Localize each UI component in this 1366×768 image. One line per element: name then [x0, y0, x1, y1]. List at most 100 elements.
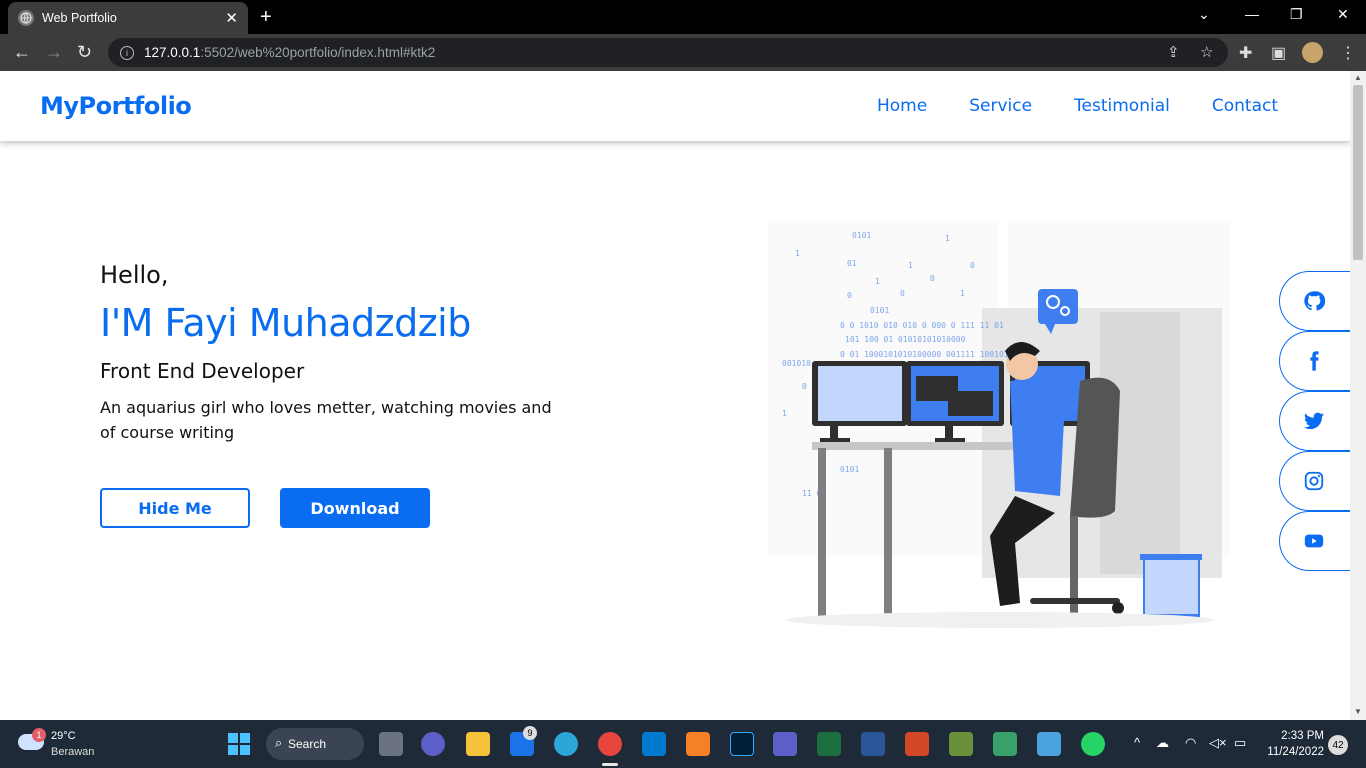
developer-illustration: 0101101 110 1 00 0 10101 0 0 1010 010 010 … [768, 221, 1230, 628]
clock-date: 11/24/2022 [1267, 746, 1324, 758]
back-icon[interactable]: ← [13, 41, 31, 63]
twitter-button[interactable] [1279, 391, 1350, 451]
whatsapp-icon[interactable] [1081, 732, 1105, 756]
svg-text:0: 0 [802, 382, 807, 391]
volume-muted-icon[interactable]: ◁× [1209, 735, 1227, 751]
hide-me-button[interactable]: Hide Me [100, 488, 250, 528]
powerpoint-icon[interactable] [905, 732, 929, 756]
site-brand[interactable]: MyPortfolio [40, 92, 192, 120]
info-icon[interactable]: i [120, 45, 134, 60]
facebook-button[interactable] [1279, 331, 1350, 391]
reload-icon[interactable]: ↻ [77, 41, 92, 63]
svg-text:0101: 0101 [870, 306, 889, 315]
new-tab-button[interactable]: + [260, 6, 272, 29]
address-bar[interactable]: i 127.0.0.1:5502/web%20portfolio/index.h… [108, 38, 1228, 67]
share-icon[interactable]: ⇪ [1167, 43, 1180, 61]
xampp-icon[interactable] [686, 732, 710, 756]
app-cube-icon[interactable] [993, 732, 1017, 756]
weather-badge: 1 [32, 728, 46, 742]
hero-role: Front End Developer [100, 359, 305, 383]
vscode-icon[interactable] [642, 732, 666, 756]
svg-text:1: 1 [875, 277, 880, 286]
svg-text:1: 1 [945, 234, 950, 243]
svg-text:0101: 0101 [852, 231, 871, 240]
clock-time: 2:33 PM [1281, 730, 1324, 742]
tab-title: Web Portfolio [42, 11, 117, 25]
task-view-icon[interactable] [379, 732, 403, 756]
wifi-icon[interactable]: ◠ [1185, 735, 1196, 751]
svg-text:0 0 1010 010 010 0 000 0 111 1: 0 0 1010 010 010 0 000 0 111 11 01 [840, 321, 1004, 330]
tab-search-icon[interactable]: ⌄ [1198, 6, 1210, 23]
restore-icon[interactable]: ❐ [1290, 6, 1303, 23]
svg-text:0: 0 [900, 289, 905, 298]
svg-text:0: 0 [970, 261, 975, 270]
hero-greeting: Hello, [100, 261, 169, 289]
download-button[interactable]: Download [280, 488, 430, 528]
browser-tab-bar: Web Portfolio ✕ + ⌄ — ❐ ✕ [0, 0, 1366, 34]
photoshop-icon[interactable] [730, 732, 754, 756]
scroll-thumb[interactable] [1353, 85, 1363, 260]
chrome-icon[interactable] [598, 732, 622, 756]
photos-icon[interactable] [1037, 732, 1061, 756]
svg-text:101 100 01 01010101010000: 101 100 01 01010101010000 [845, 335, 966, 344]
excel-icon[interactable] [817, 732, 841, 756]
clock[interactable]: 2:33 PM 11/24/2022 [1262, 728, 1324, 760]
search-icon: ⌕ [275, 735, 283, 750]
page-scrollbar[interactable]: ▲ ▼ [1350, 71, 1366, 720]
taskbar-search[interactable]: ⌕ Search [266, 728, 364, 760]
tray-chevron-icon[interactable]: ^ [1134, 735, 1140, 750]
teams-icon[interactable] [773, 732, 797, 756]
word-icon[interactable] [861, 732, 885, 756]
os-taskbar: 1 29°C Berawan ⌕ Search 9 ^ ☁ ◠ ◁× ▭ 2:3… [0, 720, 1366, 768]
minecraft-icon[interactable] [949, 732, 973, 756]
tab-close-icon[interactable]: ✕ [225, 9, 238, 27]
hero-description: An aquarius girl who loves metter, watch… [100, 398, 552, 442]
hero-text: Hello, I'M Fayi Muhadzdzib Front End Dev… [100, 261, 580, 445]
onedrive-icon[interactable]: ☁ [1156, 735, 1169, 751]
start-button[interactable] [228, 733, 250, 755]
url-host: 127.0.0.1 [144, 45, 201, 60]
forward-icon[interactable]: → [45, 41, 63, 63]
menu-icon[interactable]: ⋮ [1340, 43, 1356, 63]
meet-icon[interactable] [421, 732, 445, 756]
file-explorer-icon[interactable] [466, 732, 490, 756]
site-navbar: MyPortfolio Home Service Testimonial Con… [0, 71, 1350, 141]
notification-count[interactable]: 42 [1328, 735, 1348, 755]
nav-contact[interactable]: Contact [1212, 96, 1278, 116]
nav-service[interactable]: Service [969, 96, 1032, 116]
scroll-up-icon[interactable]: ▲ [1354, 73, 1362, 82]
tab-web-portfolio[interactable]: Web Portfolio ✕ [8, 2, 248, 34]
minimize-icon[interactable]: — [1245, 6, 1259, 22]
nav-testimonial[interactable]: Testimonial [1074, 96, 1170, 116]
chrome-active-indicator [602, 763, 618, 766]
search-label: Search [288, 737, 327, 751]
browser-toolbar: ← → ↻ i 127.0.0.1:5502/web%20portfolio/i… [0, 34, 1366, 71]
site-nav: Home Service Testimonial Contact [877, 96, 1278, 116]
svg-text:01: 01 [847, 259, 857, 268]
battery-icon[interactable]: ▭ [1234, 735, 1246, 751]
close-window-icon[interactable]: ✕ [1337, 6, 1349, 23]
youtube-button[interactable] [1279, 511, 1350, 571]
nav-home[interactable]: Home [877, 96, 927, 116]
svg-text:1: 1 [908, 261, 913, 270]
extensions-icon[interactable]: ✚ [1239, 43, 1252, 63]
facebook-icon [1309, 351, 1319, 371]
profile-icon[interactable] [1302, 42, 1323, 63]
svg-text:0: 0 [847, 291, 852, 300]
weather-text: Berawan [51, 746, 95, 758]
url-path: :5502/web%20portfolio/index.html#ktk2 [200, 45, 436, 60]
instagram-button[interactable] [1279, 451, 1350, 511]
star-icon[interactable]: ☆ [1200, 43, 1213, 61]
sidepanel-icon[interactable]: ▣ [1271, 43, 1286, 63]
mail-badge: 9 [523, 726, 537, 740]
github-button[interactable] [1279, 271, 1350, 331]
scroll-down-icon[interactable]: ▼ [1354, 707, 1362, 716]
hero-buttons: Hide Me Download [100, 488, 430, 528]
temperature: 29°C [51, 730, 76, 742]
github-icon [1303, 291, 1325, 311]
youtube-icon [1304, 534, 1323, 548]
svg-text:1: 1 [782, 409, 787, 418]
twitter-icon [1303, 412, 1324, 430]
edge-icon[interactable] [554, 732, 578, 756]
svg-text:1: 1 [795, 249, 800, 258]
